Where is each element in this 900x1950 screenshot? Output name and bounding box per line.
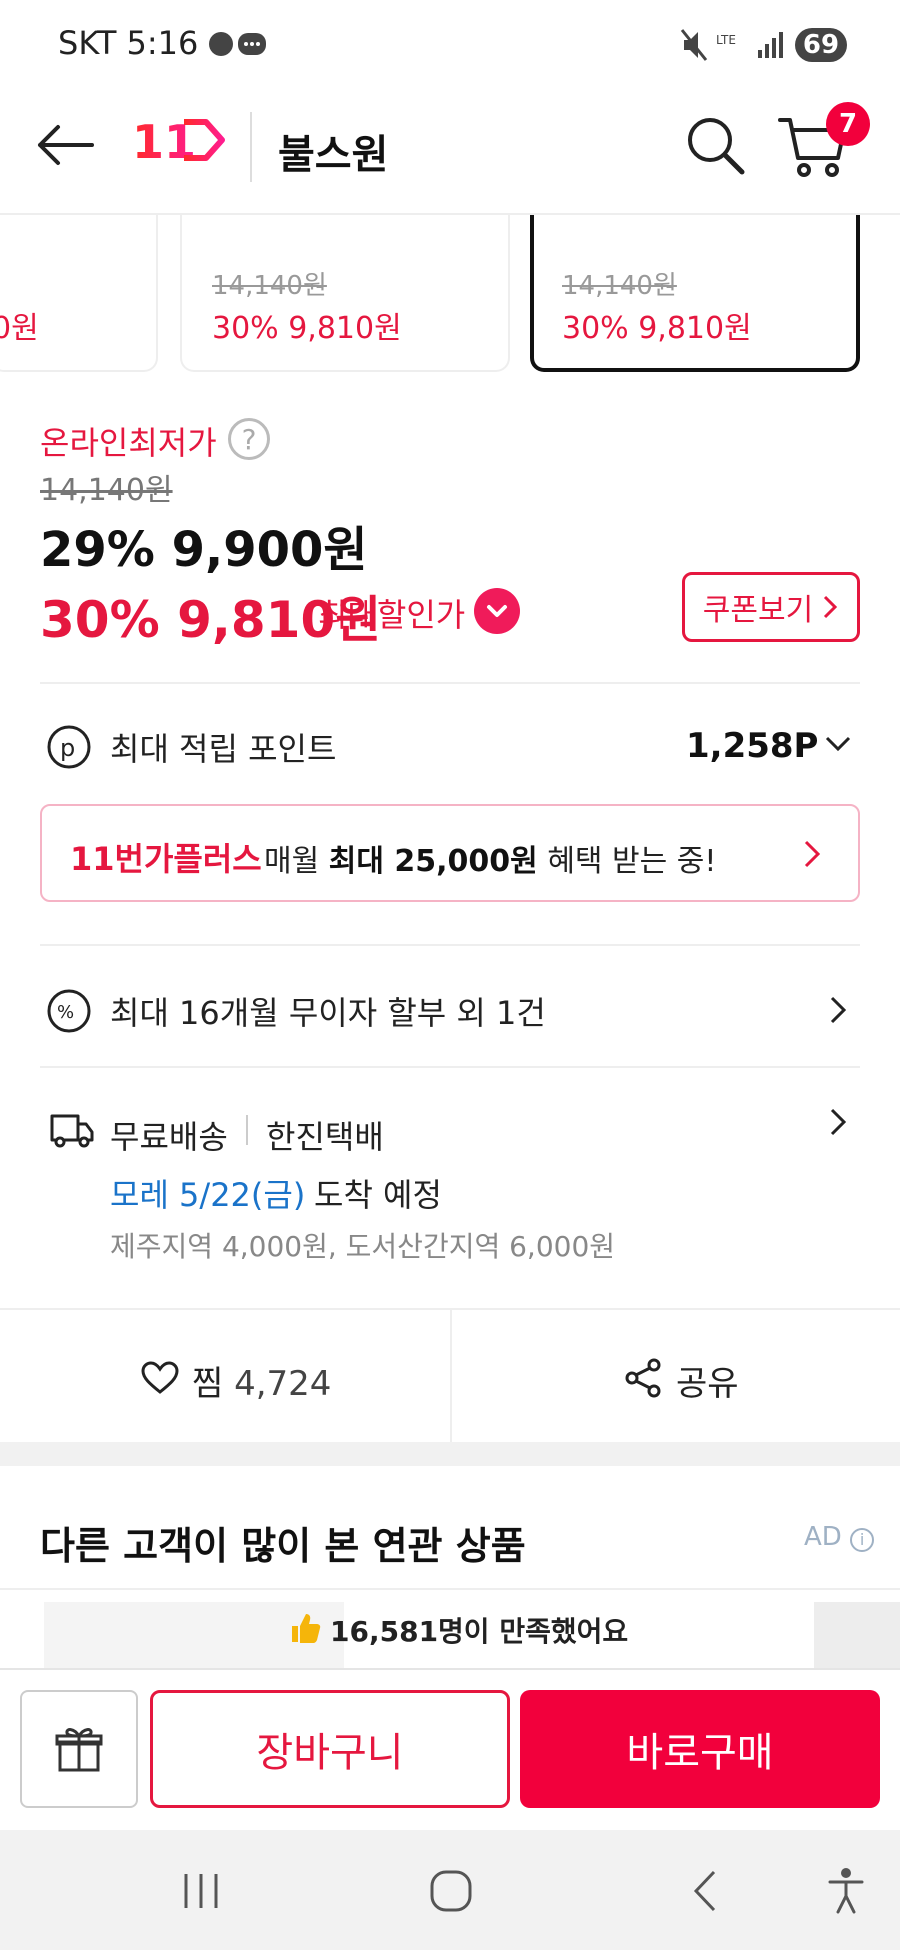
- satisfied-count: 16,581명이 만족했어요: [330, 1615, 629, 1648]
- app-header: 11 불스원 7: [0, 90, 900, 215]
- search-icon[interactable]: [684, 114, 746, 176]
- arrival-date: 모레 5/22(금): [110, 1176, 306, 1214]
- plus-text-post: 혜택 받는 중!: [547, 844, 717, 879]
- option-price: 30% 9,810원: [212, 311, 402, 346]
- store-name[interactable]: 불스원: [278, 122, 388, 180]
- like-count: 4,724: [234, 1364, 332, 1404]
- installment-label: 최대 16개월 무이자 할부 외 1건: [110, 994, 546, 1032]
- points-value: 1,258P: [686, 726, 819, 766]
- recent-apps-icon[interactable]: [180, 1870, 222, 1912]
- coupon-button-label: 쿠폰보기: [702, 593, 814, 628]
- heart-icon: [141, 1361, 179, 1394]
- option-original-price: 14,140원: [562, 271, 677, 301]
- related-products-title: 다른 고객이 많이 본 연관 상품: [40, 1524, 526, 1568]
- product-thumb[interactable]: [814, 1602, 900, 1670]
- plus-text: 매월 최대 25,000원 혜택 받는 중!: [264, 836, 716, 880]
- battery-indicator: 69: [795, 28, 847, 62]
- delivery-truck-icon: [50, 1114, 94, 1148]
- gift-icon: [55, 1728, 103, 1772]
- notification-icons: [209, 32, 266, 56]
- original-price: 14,140원: [40, 473, 173, 508]
- svg-text:%: %: [57, 1002, 74, 1023]
- chevron-down-icon[interactable]: [824, 734, 852, 754]
- like-label: 찜 4,724: [192, 1356, 331, 1405]
- plus-brand: 11번가플러스: [70, 840, 262, 878]
- extra-shipping-fee: 제주지역 4,000원, 도서산간지역 6,000원: [110, 1230, 616, 1263]
- installment-row[interactable]: % 최대 16개월 무이자 할부 외 1건: [0, 960, 900, 1060]
- thumbs-up-icon: [288, 1610, 322, 1648]
- ad-text: AD: [804, 1522, 842, 1552]
- system-nav-bar: [0, 1830, 900, 1950]
- share-label: 공유: [676, 1364, 739, 1404]
- section-gap: [0, 1442, 900, 1466]
- chevron-down-icon[interactable]: [474, 588, 520, 634]
- svg-text:p: p: [60, 734, 75, 762]
- cart-count-badge: 7: [826, 102, 870, 146]
- logo-11st[interactable]: 11: [132, 110, 232, 170]
- divider: [40, 1066, 860, 1068]
- status-bar: SKT 5:16 LTE 69: [0, 0, 900, 90]
- like-label-text: 찜: [192, 1364, 224, 1404]
- chevron-right-icon: [830, 1108, 847, 1136]
- add-to-cart-button[interactable]: 장바구니: [150, 1690, 510, 1808]
- max-discount-label: 최대할인가: [318, 596, 466, 634]
- lowest-price-label: 온라인최저가: [40, 424, 217, 462]
- plus-text-pre: 매월: [264, 844, 320, 879]
- point-p-icon: p: [47, 725, 91, 769]
- option-price: 30% 9,810원: [562, 311, 752, 346]
- ad-label[interactable]: AD i: [804, 1522, 875, 1552]
- 11st-plus-banner[interactable]: 11번가플러스 매월 최대 25,000원 혜택 받는 중!: [40, 804, 860, 902]
- buy-now-button[interactable]: 바로구매: [520, 1690, 880, 1808]
- divider: [40, 682, 860, 684]
- chevron-right-icon: [804, 840, 821, 868]
- back-arrow-icon[interactable]: [34, 120, 96, 170]
- share-button[interactable]: 공유: [452, 1310, 900, 1442]
- like-button[interactable]: 찜 4,724: [0, 1310, 450, 1442]
- chevron-right-icon: [824, 595, 838, 619]
- home-icon[interactable]: [428, 1868, 474, 1914]
- delivery-separator: [246, 1115, 248, 1145]
- carrier-time: SKT 5:16: [58, 24, 199, 62]
- delivery-carrier: 한진택배: [266, 1118, 384, 1156]
- option-original-price: 14,140원: [212, 271, 327, 301]
- arrival-text: 도착 예정: [314, 1176, 442, 1214]
- info-icon: i: [850, 1528, 875, 1552]
- percent-icon: %: [47, 989, 91, 1033]
- back-icon[interactable]: [690, 1868, 720, 1914]
- points-label: 최대 적립 포인트: [110, 730, 337, 768]
- accessibility-icon[interactable]: [826, 1866, 866, 1916]
- option-price: 0원: [0, 311, 39, 346]
- option-card-3-selected[interactable]: 14,140원 30% 9,810원: [530, 215, 860, 372]
- sale-price: 29% 9,900원: [40, 522, 368, 578]
- share-icon: [625, 1358, 661, 1398]
- option-card-2[interactable]: 14,140원 30% 9,810원: [180, 215, 510, 372]
- header-divider: [250, 112, 252, 182]
- gift-button[interactable]: [20, 1690, 138, 1808]
- svg-text:LTE: LTE: [716, 33, 736, 47]
- plus-text-bold: 최대 25,000원: [328, 844, 538, 879]
- divider: [40, 944, 860, 946]
- coupon-view-button[interactable]: 쿠폰보기: [682, 572, 860, 642]
- signal-icons: LTE: [680, 29, 783, 61]
- chevron-right-icon: [830, 996, 847, 1024]
- delivery-type: 무료배송: [110, 1118, 228, 1156]
- help-icon[interactable]: ?: [228, 418, 270, 460]
- option-card-1[interactable]: 0원: [0, 215, 158, 372]
